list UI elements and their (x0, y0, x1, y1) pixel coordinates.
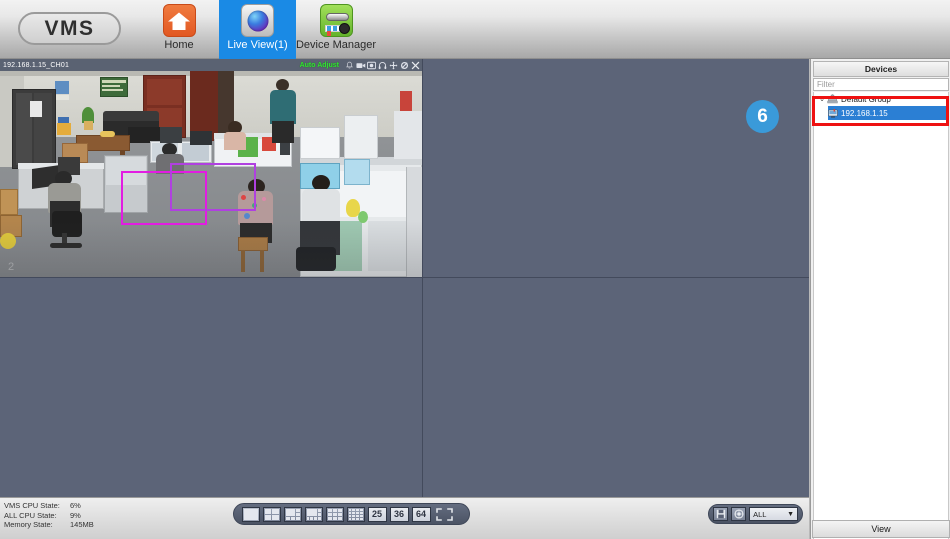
layout-button-4[interactable] (263, 507, 281, 522)
devices-panel: Devices Filter ⌄ Default Group (810, 59, 950, 539)
alarm-bell-icon[interactable] (345, 61, 354, 70)
layout-selector-toolbar: 25 36 64 (233, 503, 470, 525)
group-icon (827, 94, 838, 104)
chevron-down-icon: ▼ (787, 511, 794, 518)
tree-device-192-168-1-15[interactable]: 192.168.1.15 (828, 106, 948, 120)
video-pane-4[interactable] (423, 278, 809, 497)
video-watermark: 2 (8, 261, 15, 273)
video-pane-1[interactable]: 2 192.168.1.15_CH01 Auto Adjust (0, 59, 422, 277)
audio-icon[interactable] (378, 61, 387, 70)
device-tree: ⌄ Default Group (813, 92, 949, 539)
app-logo: VMS (18, 12, 121, 45)
top-navigation-bar: VMS Home Live View(1) Device Manager (0, 0, 950, 59)
memory-state-label: Memory State: (4, 520, 70, 530)
nav-tab-device-manager[interactable]: Device Manager (296, 0, 376, 59)
nav-tab-home-label: Home (164, 39, 193, 51)
stream-select-value: ALL (753, 510, 766, 519)
layout-button-9[interactable] (326, 507, 344, 522)
grid-divider-horizontal (0, 277, 809, 278)
record-icon[interactable] (356, 61, 365, 70)
all-cpu-state-label: ALL CPU State: (4, 511, 70, 521)
ptz-move-icon[interactable] (389, 61, 398, 70)
device-manager-icon (320, 4, 353, 37)
live-view-sphere-icon (241, 4, 274, 37)
close-icon[interactable] (411, 61, 420, 70)
device-filter-input[interactable]: Filter (813, 78, 949, 91)
annotation-step-badge: 6 (746, 100, 779, 133)
video-channel-name: 192.168.1.15_CH01 (3, 62, 69, 69)
live-video-feed[interactable]: 2 (0, 71, 422, 277)
devices-panel-header: Devices (813, 61, 949, 77)
layout-button-64[interactable]: 64 (412, 507, 431, 522)
device-icon (828, 109, 838, 118)
tree-group-default-group[interactable]: ⌄ Default Group (814, 92, 948, 106)
video-pane-3[interactable] (0, 278, 422, 497)
save-icon[interactable] (713, 507, 728, 521)
device-filter-placeholder: Filter (817, 80, 835, 89)
settings-icon[interactable] (400, 61, 409, 70)
tree-device-label: 192.168.1.15 (841, 109, 888, 118)
capture-icon[interactable] (731, 507, 746, 521)
stream-select-dropdown[interactable]: ALL ▼ (749, 507, 798, 521)
view-button[interactable]: View (812, 520, 950, 538)
nav-tab-live-view[interactable]: Live View(1) (219, 0, 296, 59)
state-row: ALL CPU State: 9% (4, 511, 94, 521)
snapshot-icon[interactable] (367, 61, 376, 70)
state-row: VMS CPU State: 6% (4, 501, 94, 511)
state-row: Memory State: 145MB (4, 520, 94, 530)
nav-tab-home[interactable]: Home (152, 0, 206, 59)
detection-box-person-2 (170, 163, 256, 211)
layout-button-8[interactable] (305, 507, 323, 522)
nav-tab-live-view-label: Live View(1) (227, 39, 287, 51)
video-grid: 2 192.168.1.15_CH01 Auto Adjust (0, 59, 809, 497)
layout-button-1[interactable] (242, 507, 260, 522)
video-pane-title-bar: 192.168.1.15_CH01 Auto Adjust (0, 59, 422, 71)
vms-cpu-state-label: VMS CPU State: (4, 501, 70, 511)
auto-adjust-label: Auto Adjust (300, 62, 339, 69)
system-state-readout: VMS CPU State: 6% ALL CPU State: 9% Memo… (4, 501, 94, 530)
layout-button-6[interactable] (284, 507, 302, 522)
chevron-down-icon[interactable]: ⌄ (818, 95, 826, 103)
fullscreen-icon[interactable] (435, 507, 454, 522)
layout-button-25[interactable]: 25 (368, 507, 387, 522)
app-logo-text: VMS (44, 17, 94, 41)
home-icon (163, 4, 196, 37)
nav-tab-device-manager-label: Device Manager (296, 39, 376, 51)
layout-button-16[interactable] (347, 507, 365, 522)
all-cpu-state-value: 9% (70, 511, 94, 521)
vms-application-window: VMS Home Live View(1) Device Manager (0, 0, 950, 539)
layout-button-36[interactable]: 36 (390, 507, 409, 522)
grid-divider-vertical (422, 59, 423, 497)
memory-state-value: 145MB (70, 520, 94, 530)
vms-cpu-state-value: 6% (70, 501, 94, 511)
video-pane-2[interactable] (423, 59, 809, 277)
tree-group-label: Default Group (841, 95, 891, 104)
stream-toolbar: ALL ▼ (708, 504, 803, 524)
